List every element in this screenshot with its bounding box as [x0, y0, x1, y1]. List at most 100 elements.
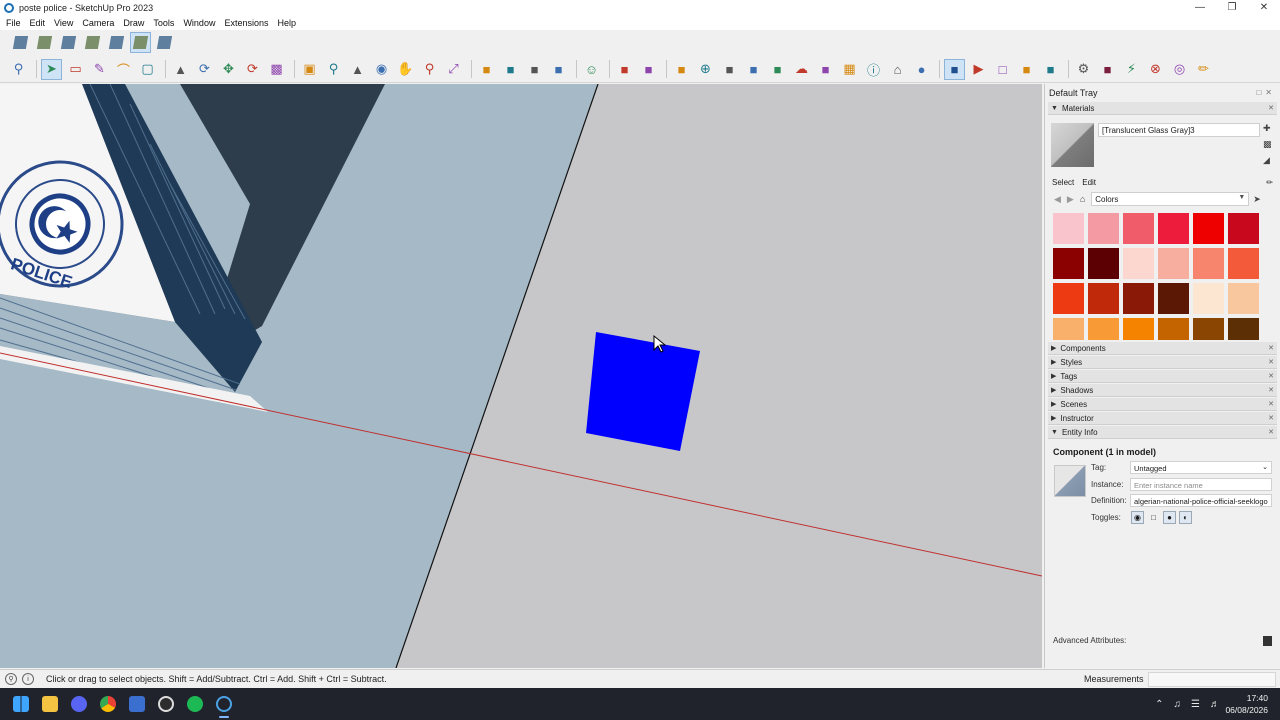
monochrome-icon[interactable]	[154, 32, 175, 53]
shape-icon[interactable]: ▢	[137, 59, 158, 80]
warehouse-icon[interactable]: ⌂	[887, 59, 908, 80]
line-icon[interactable]: ✎	[89, 59, 110, 80]
tags-panel-header[interactable]: ▶ Tags ✕	[1048, 370, 1277, 383]
color-swatch[interactable]	[1053, 248, 1084, 279]
receive-shadows-icon[interactable]: ●	[1163, 511, 1176, 524]
expand-attributes-icon[interactable]	[1263, 636, 1272, 646]
instance-name-input[interactable]: Enter instance name	[1130, 478, 1272, 491]
info-icon[interactable]: i	[22, 673, 34, 685]
menu-camera[interactable]: Camera	[79, 18, 117, 28]
visibility-eye-icon[interactable]: ◉	[1131, 511, 1144, 524]
settings-icon[interactable]: ⚙	[1073, 59, 1094, 80]
arc-icon[interactable]: ⌒	[113, 59, 134, 80]
obs-icon[interactable]	[151, 688, 180, 720]
menu-help[interactable]: Help	[274, 18, 299, 28]
create-material-icon[interactable]: ✚	[1263, 123, 1273, 133]
wifi-icon[interactable]: ☰	[1191, 699, 1200, 710]
tape-measure-icon[interactable]: ⚲	[323, 59, 344, 80]
display-section-icon[interactable]: ■	[500, 59, 521, 80]
color-swatch[interactable]	[1123, 283, 1154, 314]
clock[interactable]: 17:40 06/08/2026	[1225, 692, 1268, 716]
volume-icon[interactable]: ♬	[1210, 699, 1220, 710]
color-swatch[interactable]	[1228, 318, 1259, 340]
camera-user-icon[interactable]: ☺	[581, 59, 602, 80]
entity-info-panel-header[interactable]: ▼ Entity Info ✕	[1048, 426, 1277, 439]
back-edges-icon[interactable]	[34, 32, 55, 53]
home-icon[interactable]: ⌂	[1080, 194, 1085, 204]
components-icon[interactable]: ■	[671, 59, 692, 80]
shadows-panel-header[interactable]: ▶ Shadows ✕	[1048, 384, 1277, 397]
instructor-panel-header[interactable]: ▶ Instructor ✕	[1048, 412, 1277, 425]
account-icon[interactable]: ●	[911, 59, 932, 80]
back-arrow-icon[interactable]: ◀	[1054, 194, 1061, 205]
color-swatch[interactable]	[1088, 283, 1119, 314]
pencil-icon[interactable]: ✏	[1193, 59, 1214, 80]
panel-close-icon[interactable]: ✕	[1268, 104, 1274, 112]
restore-button[interactable]: ❐	[1216, 0, 1248, 15]
rotate-icon[interactable]: ⟳	[242, 59, 263, 80]
bolt-icon[interactable]: ⚡	[1121, 59, 1142, 80]
color-swatch[interactable]	[1053, 283, 1084, 314]
menu-view[interactable]: View	[51, 18, 76, 28]
default-paint-icon[interactable]: ▩	[1263, 139, 1273, 149]
color-swatch[interactable]	[1193, 318, 1224, 340]
color-swatch[interactable]	[1228, 213, 1259, 244]
color-swatch[interactable]	[1123, 248, 1154, 279]
styles-panel-header[interactable]: ▶ Styles ✕	[1048, 356, 1277, 369]
color-swatch[interactable]	[1088, 213, 1119, 244]
geo-icon[interactable]: ■	[719, 59, 740, 80]
color-swatch[interactable]	[1053, 213, 1084, 244]
color-swatch[interactable]	[1158, 318, 1189, 340]
stop-icon[interactable]: □	[992, 59, 1013, 80]
measurements-input[interactable]	[1148, 672, 1276, 687]
orbit-icon[interactable]: ◉	[371, 59, 392, 80]
bulb-icon[interactable]: ◎	[1169, 59, 1190, 80]
sandbox-icon[interactable]: ■	[743, 59, 764, 80]
color-swatch[interactable]	[1158, 213, 1189, 244]
lock-icon[interactable]: □	[1147, 511, 1160, 524]
menu-file[interactable]: File	[3, 18, 24, 28]
move-icon[interactable]: ✥	[218, 59, 239, 80]
eraser-icon[interactable]: ▭	[65, 59, 86, 80]
zoom-extents-icon[interactable]: ⤢	[443, 59, 464, 80]
play-icon[interactable]: ▶	[968, 59, 989, 80]
microphone-icon[interactable]: ♫	[1174, 699, 1182, 710]
menu-extensions[interactable]: Extensions	[221, 18, 271, 28]
color-swatch[interactable]	[1193, 283, 1224, 314]
forward-arrow-icon[interactable]: ▶	[1067, 194, 1074, 205]
paint-bucket-icon[interactable]: ▲	[347, 59, 368, 80]
library-dropdown[interactable]: Colors ▼	[1091, 192, 1250, 206]
hidden-line-icon[interactable]	[82, 32, 103, 53]
folder-icon[interactable]: ▦	[839, 59, 860, 80]
select-icon[interactable]: ➤	[41, 58, 62, 80]
sample-paint-icon[interactable]: ◢	[1263, 155, 1273, 165]
color-swatch[interactable]	[1053, 318, 1084, 340]
color-swatch[interactable]	[1193, 213, 1224, 244]
geolocation-icon[interactable]: ⚲	[5, 673, 17, 685]
details-arrow-icon[interactable]: ➤	[1253, 194, 1261, 205]
app-icon[interactable]	[122, 688, 151, 720]
scale-icon[interactable]: ▩	[266, 59, 287, 80]
color-swatch[interactable]	[1088, 248, 1119, 279]
outer-shell-icon[interactable]: ■	[638, 59, 659, 80]
trimble-icon[interactable]: ■	[944, 58, 965, 80]
close-circle-icon[interactable]: ⊗	[1145, 59, 1166, 80]
chevron-up-icon[interactable]: ⌃	[1155, 699, 1163, 710]
tray-window-controls[interactable]: □✕	[1256, 88, 1276, 97]
components-panel-header[interactable]: ▶ Components ✕	[1048, 342, 1277, 355]
eyedropper-icon[interactable]: ✏	[1266, 178, 1273, 187]
add-location-icon[interactable]: ⊕	[695, 59, 716, 80]
close-button[interactable]: ✕	[1248, 0, 1280, 15]
cast-shadows-icon[interactable]: ◐	[1179, 511, 1192, 524]
minimize-button[interactable]: —	[1184, 0, 1216, 15]
menu-tools[interactable]: Tools	[150, 18, 177, 28]
color-swatch[interactable]	[1193, 248, 1224, 279]
camera-icon[interactable]: ■	[1016, 59, 1037, 80]
zoom-icon[interactable]: ⚲	[419, 59, 440, 80]
sketchup-icon[interactable]	[209, 688, 238, 720]
follow-me-icon[interactable]: ⟳	[194, 59, 215, 80]
tag-dropdown[interactable]: Untagged ⌄	[1130, 461, 1272, 474]
color-swatch[interactable]	[1228, 248, 1259, 279]
scenes-panel-header[interactable]: ▶ Scenes ✕	[1048, 398, 1277, 411]
spotify-icon[interactable]	[180, 688, 209, 720]
